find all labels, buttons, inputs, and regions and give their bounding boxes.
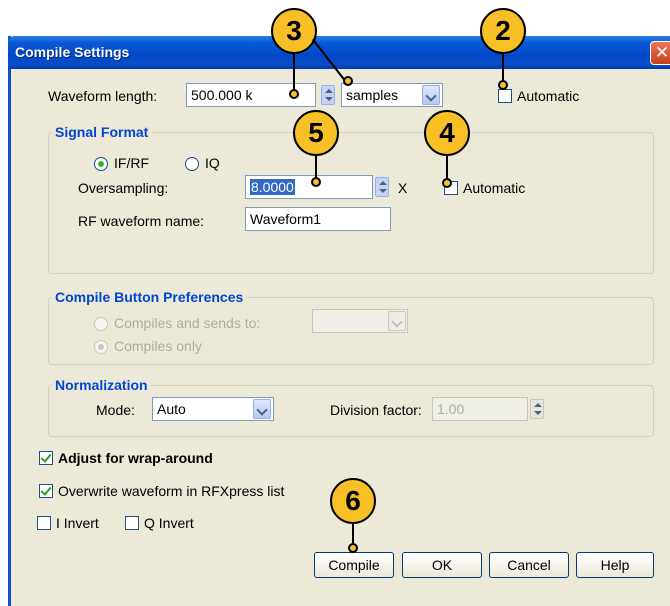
oversampling-automatic-label: Automatic: [463, 180, 526, 196]
send-target-chevron-icon[interactable]: [388, 311, 406, 331]
oversampling-unit: X: [398, 180, 408, 196]
radio-compiles-and-sends-label: Compiles and sends to:: [114, 315, 261, 331]
waveform-length-spinner[interactable]: [321, 85, 335, 105]
oversampling-value: 8.0000: [250, 179, 295, 195]
signal-format-group: [48, 132, 654, 274]
callout-3: 3: [271, 8, 317, 54]
radio-ifrf-label: IF/RF: [114, 155, 149, 171]
i-invert-checkbox[interactable]: [37, 516, 51, 530]
overwrite-checkbox[interactable]: [39, 484, 53, 498]
callout-5: 5: [293, 110, 339, 156]
mode-chevron-icon[interactable]: [253, 399, 271, 419]
oversampling-label: Oversampling:: [78, 180, 169, 196]
signal-format-title: Signal Format: [52, 124, 152, 140]
callout-4: 4: [424, 110, 470, 156]
waveform-unit-value: samples: [346, 87, 399, 103]
waveform-automatic-checkbox[interactable]: [498, 89, 512, 103]
ok-button[interactable]: OK: [402, 552, 482, 578]
radio-compiles-only[interactable]: [94, 340, 108, 354]
compile-button[interactable]: Compile: [314, 552, 394, 578]
q-invert-checkbox[interactable]: [125, 516, 139, 530]
callout-3-line-a: [293, 54, 295, 94]
division-factor-label: Division factor:: [330, 402, 422, 418]
callout-2: 2: [480, 8, 526, 54]
division-factor-input[interactable]: 1.00: [432, 397, 528, 421]
mode-label: Mode:: [96, 402, 135, 418]
rf-name-label: RF waveform name:: [78, 213, 205, 229]
callout-2-dot: [498, 80, 508, 90]
help-button[interactable]: Help: [576, 552, 654, 578]
mode-value: Auto: [157, 401, 186, 417]
compile-prefs-title: Compile Button Preferences: [52, 289, 247, 305]
callout-6: 6: [330, 478, 376, 524]
rf-name-input[interactable]: Waveform1: [245, 207, 391, 231]
waveform-length-label: Waveform length:: [48, 88, 158, 104]
callout-5-dot: [311, 177, 321, 187]
oversampling-spinner[interactable]: [375, 177, 389, 197]
callout-3-dot-a: [289, 89, 299, 99]
callout-3-dot-b: [343, 76, 353, 86]
radio-ifrf[interactable]: [94, 157, 108, 171]
cancel-button[interactable]: Cancel: [489, 552, 569, 578]
oversampling-input[interactable]: 8.0000: [245, 175, 373, 199]
radio-compiles-only-label: Compiles only: [114, 338, 202, 354]
dialog-title: Compile Settings: [15, 44, 130, 60]
overwrite-label: Overwrite waveform in RFXpress list: [58, 483, 285, 499]
title-bar[interactable]: Compile Settings: [8, 36, 670, 69]
wrap-around-checkbox[interactable]: [39, 451, 53, 465]
i-invert-label: I Invert: [56, 515, 99, 531]
q-invert-label: Q Invert: [144, 515, 194, 531]
chevron-down-icon[interactable]: [422, 85, 440, 105]
callout-6-dot: [348, 543, 358, 553]
waveform-automatic-label: Automatic: [517, 88, 580, 104]
radio-iq[interactable]: [185, 157, 199, 171]
radio-iq-label: IQ: [205, 155, 220, 171]
normalization-title: Normalization: [52, 377, 151, 393]
callout-4-dot: [442, 178, 452, 188]
close-icon[interactable]: ✕: [650, 41, 670, 65]
division-factor-spinner[interactable]: [530, 399, 544, 419]
wrap-around-label: Adjust for wrap-around: [58, 450, 213, 466]
radio-compiles-and-sends[interactable]: [94, 317, 108, 331]
